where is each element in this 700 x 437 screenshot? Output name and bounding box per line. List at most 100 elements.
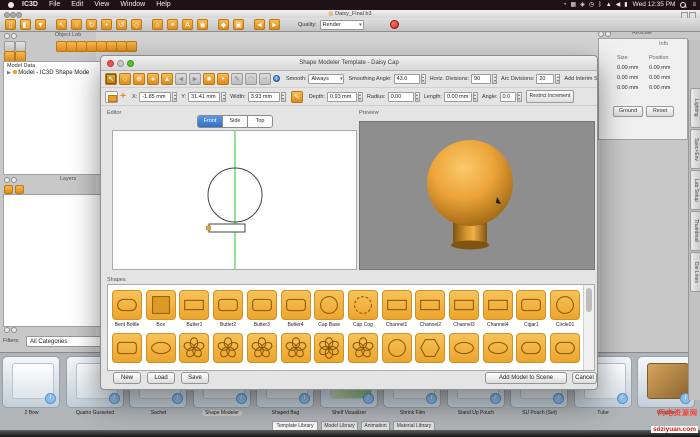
depth-stepper[interactable] xyxy=(358,92,363,102)
redo-icon[interactable]: ► xyxy=(269,19,280,30)
shape-thumb-circle01[interactable] xyxy=(550,290,580,320)
shape-thumb-channel4[interactable] xyxy=(483,290,513,320)
point-icon[interactable]: • xyxy=(217,73,229,85)
shape-thumb-row2[interactable] xyxy=(247,333,277,363)
info-badge-icon[interactable]: i xyxy=(299,393,310,404)
info-badge-icon[interactable]: i xyxy=(45,393,56,404)
align-icon[interactable]: ≡ xyxy=(167,19,178,30)
dialog-title-bar[interactable]: Shape Modeler Template - Daisy Cap xyxy=(101,56,597,71)
vertical-tab-spec-env[interactable]: Spec+Env xyxy=(690,129,700,169)
add-model-to-scene-button[interactable]: Add Model to Scene xyxy=(485,372,567,384)
battery-icon[interactable]: ▮ xyxy=(624,2,627,8)
info-badge-icon[interactable]: i xyxy=(553,393,564,404)
model-tree-item[interactable]: ▶ Model - IC3D Shape Mode xyxy=(7,70,89,76)
filters-menu-button[interactable] xyxy=(11,327,17,333)
shape-thumb-row2[interactable] xyxy=(314,333,344,363)
width-field[interactable]: 3.93 mm xyxy=(248,92,280,102)
bluetooth-icon[interactable]: ᛒ xyxy=(598,2,602,8)
info-badge-icon[interactable]: i xyxy=(426,393,437,404)
prev-icon[interactable]: ◄ xyxy=(175,73,187,85)
wifi-icon[interactable]: ▲ xyxy=(606,2,612,8)
info-badge-icon[interactable]: i xyxy=(172,393,183,404)
library-tab-template-library[interactable]: Template Library xyxy=(272,421,318,430)
arc-icon[interactable]: ◠ xyxy=(245,73,257,85)
vertical-tab-die-lines[interactable]: Die Lines xyxy=(690,252,700,292)
menu-item-file[interactable]: File xyxy=(49,1,60,8)
vertical-tab-lab-setup[interactable]: Lab Setup xyxy=(690,170,700,210)
shape-thumb-row2[interactable] xyxy=(449,333,479,363)
y-field[interactable]: 31.41 mm xyxy=(188,92,220,102)
y-stepper[interactable] xyxy=(221,92,226,102)
restrict-increment-button[interactable]: Restrict Increment xyxy=(526,90,575,103)
arc-divisions-stepper[interactable] xyxy=(555,74,560,84)
volume-icon[interactable]: ◀ xyxy=(616,2,621,8)
move-icon[interactable]: + xyxy=(101,19,112,30)
shape-thumb-butter3[interactable] xyxy=(247,290,277,320)
select-arrow-icon[interactable]: ↖ xyxy=(56,19,67,30)
shape-thumb-row2[interactable] xyxy=(281,333,311,363)
library-thumb-wrapper[interactable]: i xyxy=(637,356,695,408)
preview-viewport[interactable] xyxy=(359,121,595,270)
filled-square-icon[interactable]: ■ xyxy=(203,73,215,85)
shape-thumb-bent-bottle[interactable] xyxy=(112,290,142,320)
tool-icon[interactable] xyxy=(4,185,13,194)
grid-icon[interactable]: ▦ xyxy=(571,2,577,8)
shape-thumb-row2[interactable] xyxy=(213,333,243,363)
shape-thumb-row2[interactable] xyxy=(179,333,209,363)
smooth-dropdown[interactable]: Always▾ xyxy=(308,74,344,84)
zoom-icon[interactable]: ○ xyxy=(119,73,131,85)
menu-bar-clock[interactable]: Wed 12:35 PM xyxy=(633,0,676,10)
library-thumb-2-bow[interactable]: i xyxy=(2,356,60,408)
menu-item-ic3d[interactable]: IC3D xyxy=(22,1,38,8)
library-tab-material-library[interactable]: Material Library xyxy=(393,421,435,430)
view-tab-front[interactable]: Front xyxy=(198,116,223,127)
record-button[interactable] xyxy=(390,20,399,29)
quality-dropdown[interactable]: Render▾ xyxy=(320,20,364,30)
shape-thumb-channel1[interactable] xyxy=(382,290,412,320)
angle-stepper[interactable] xyxy=(517,92,522,102)
menu-item-edit[interactable]: Edit xyxy=(71,1,83,8)
shape-thumb-row2[interactable] xyxy=(483,333,513,363)
pen-tool-icon[interactable]: ✎ xyxy=(291,91,303,103)
pen-icon[interactable]: ✎ xyxy=(231,73,243,85)
horiz-divisions-stepper[interactable] xyxy=(492,74,497,84)
view-tab-top[interactable]: Top xyxy=(248,116,272,127)
curve-icon[interactable]: ~ xyxy=(259,73,271,85)
polygon-icon[interactable]: ⌂ xyxy=(152,19,163,30)
info-badge-icon[interactable]: i xyxy=(363,393,374,404)
tool-icon[interactable] xyxy=(15,185,24,194)
orbit-icon[interactable]: ↻ xyxy=(86,19,97,30)
text-icon[interactable]: A xyxy=(182,19,193,30)
shape-thumb-butter2[interactable] xyxy=(213,290,243,320)
zoom-icon[interactable]: ○ xyxy=(71,19,82,30)
hand-icon[interactable]: ◉ xyxy=(197,19,208,30)
filters-collapse-button[interactable] xyxy=(4,327,10,333)
disclosure-triangle-icon[interactable]: ▶ xyxy=(7,70,11,76)
shape-thumb-row2[interactable] xyxy=(112,333,142,363)
smoothing-angle-stepper[interactable] xyxy=(421,74,426,84)
info-badge-icon[interactable]: i xyxy=(490,393,501,404)
width-stepper[interactable] xyxy=(281,92,286,102)
library-tab-model-library[interactable]: Model Library xyxy=(321,421,358,430)
material-icon[interactable]: ◆ xyxy=(218,19,229,30)
vertical-tab-thumbnail[interactable]: Thumbnail xyxy=(690,211,700,251)
cancel-button[interactable]: Cancel xyxy=(572,372,597,384)
undo-icon[interactable]: ◄ xyxy=(254,19,265,30)
shape-thumb-cigar1[interactable] xyxy=(516,290,546,320)
smoothing-angle-field[interactable]: 43.0 xyxy=(394,74,420,84)
info-badge-icon[interactable]: i xyxy=(236,393,247,404)
shape-thumb-row2[interactable] xyxy=(516,333,546,363)
arc-divisions-field[interactable]: 20 xyxy=(536,74,554,84)
reset-button[interactable]: Reset xyxy=(646,106,674,117)
shape-thumb-cap-cog[interactable] xyxy=(348,290,378,320)
depth-field[interactable]: 0.93 mm xyxy=(327,92,357,102)
shape-thumb-channel2[interactable] xyxy=(415,290,445,320)
info-badge-icon[interactable]: i xyxy=(617,393,628,404)
vertical-tab-lighting[interactable]: Lighting xyxy=(690,88,700,128)
add-point-icon[interactable]: + xyxy=(118,91,128,103)
scale-icon[interactable]: ◇ xyxy=(131,19,142,30)
shape-thumb-row2[interactable] xyxy=(146,333,176,363)
info-icon[interactable]: i xyxy=(273,75,280,82)
shape-thumb-box[interactable] xyxy=(146,290,176,320)
save-button[interactable]: Save xyxy=(181,372,209,384)
